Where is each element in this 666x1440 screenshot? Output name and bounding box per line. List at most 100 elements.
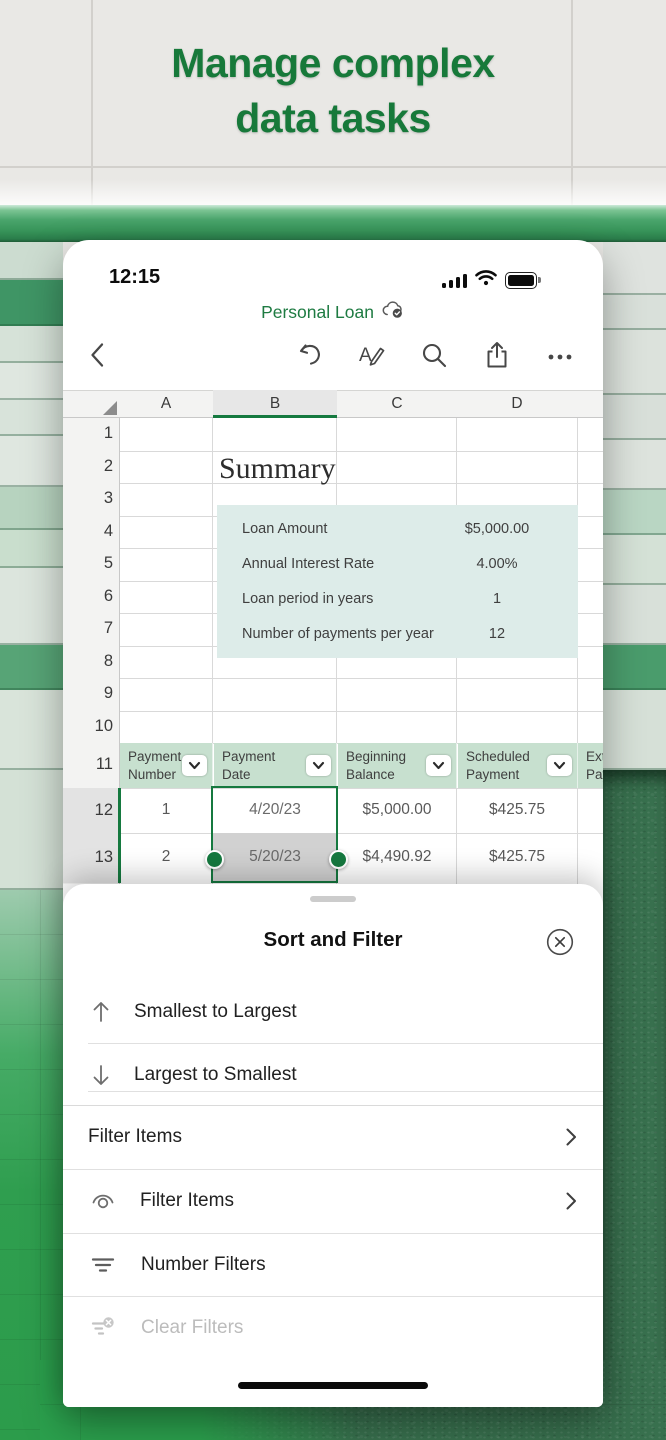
background-fade [0, 179, 666, 205]
filter-lines-icon [90, 1252, 116, 1278]
svg-text:A: A [359, 345, 372, 366]
gridline [120, 711, 603, 712]
table-header-beginning-balance[interactable]: Beginning Balance [338, 743, 457, 788]
summary-label: Number of payments per year [242, 626, 434, 642]
chevron-right-icon [563, 1191, 579, 1211]
table-selection-edge [118, 788, 121, 883]
menu-item-filter-items[interactable]: Filter Items [63, 1105, 603, 1168]
eye-icon [90, 1188, 116, 1214]
arrow-down-icon [88, 1062, 114, 1088]
summary-value: 1 [451, 591, 543, 607]
document-title-row: Personal Loan [63, 300, 603, 324]
cell-selection-border [211, 786, 338, 883]
green-divider-band [0, 205, 666, 242]
row-header[interactable]: 10 [63, 717, 113, 736]
format-pen-icon[interactable]: A [357, 340, 387, 370]
menu-item-label: Filter Items [88, 1126, 182, 1148]
gridline [120, 788, 603, 789]
chevron-down-icon [553, 761, 566, 770]
status-time: 12:15 [109, 266, 160, 289]
close-icon [546, 928, 574, 956]
menu-item-filter-items-preview[interactable]: Filter Items [63, 1169, 603, 1232]
background-gridline [0, 166, 666, 168]
status-icons [442, 270, 538, 291]
undo-icon[interactable] [295, 340, 325, 370]
menu-item-largest-to-smallest[interactable]: Largest to Smallest [63, 1043, 603, 1106]
right-background-stripes [603, 242, 666, 1440]
arrow-up-icon [88, 999, 114, 1025]
close-button[interactable] [546, 928, 574, 956]
menu-item-number-filters[interactable]: Number Filters [63, 1233, 603, 1296]
divider [88, 1091, 603, 1092]
summary-value: 4.00% [451, 556, 543, 572]
menu-item-label: Filter Items [140, 1190, 234, 1212]
table-header-payment-number[interactable]: Payment Number [120, 743, 213, 788]
chevron-down-icon [432, 761, 445, 770]
row-header[interactable]: 6 [63, 587, 113, 606]
share-icon[interactable] [482, 340, 512, 370]
summary-box[interactable]: Loan Amount $5,000.00 Annual Interest Ra… [217, 505, 578, 658]
row-header[interactable]: 1 [63, 424, 113, 443]
sort-and-filter-sheet: Sort and Filter Smallest to Largest Larg… [63, 884, 603, 1407]
left-background-stripes [0, 242, 63, 1440]
home-indicator[interactable] [238, 1382, 428, 1389]
table-header-extra-payment[interactable]: Extra Payment [578, 743, 603, 788]
filter-dropdown-button[interactable] [547, 755, 572, 776]
menu-item-label: Number Filters [141, 1254, 266, 1276]
hero-title-line2: data tasks [0, 91, 666, 146]
row-header[interactable]: 2 [63, 457, 113, 476]
summary-value: $5,000.00 [451, 521, 543, 537]
summary-cell-title[interactable]: Summary [219, 452, 336, 486]
selection-handle-right[interactable] [329, 850, 348, 869]
more-icon[interactable] [545, 340, 575, 370]
row-header[interactable]: 8 [63, 652, 113, 671]
row-header[interactable]: 3 [63, 489, 113, 508]
chevron-right-icon [563, 1127, 579, 1147]
sheet-title: Sort and Filter [63, 928, 603, 952]
phone-screen: 12:15 Personal Loan [63, 240, 603, 1407]
summary-row: Number of payments per year 12 [217, 619, 578, 649]
spreadsheet-grid: A B C D 1 2 3 4 5 6 7 8 9 10 11 12 13 [63, 390, 603, 884]
row-header[interactable]: 4 [63, 522, 113, 541]
gridline [120, 483, 603, 484]
summary-label: Loan period in years [242, 591, 373, 607]
cloud-check-icon [381, 300, 405, 324]
summary-value: 12 [451, 626, 543, 642]
menu-item-label: Smallest to Largest [134, 1001, 297, 1023]
menu-item-smallest-to-largest[interactable]: Smallest to Largest [63, 980, 603, 1043]
select-all-corner[interactable] [103, 401, 117, 415]
filter-dropdown-button[interactable] [306, 755, 331, 776]
sheet-grabber[interactable] [310, 896, 356, 902]
menu-item-label: Clear Filters [141, 1317, 243, 1339]
battery-icon [505, 272, 537, 289]
filter-dropdown-button[interactable] [182, 755, 207, 776]
menu-item-clear-filters: Clear Filters [63, 1296, 603, 1359]
hero-title: Manage complex data tasks [0, 36, 666, 147]
wifi-icon [475, 270, 497, 291]
row-header[interactable]: 9 [63, 684, 113, 703]
search-icon[interactable] [419, 340, 449, 370]
table-header-payment-date[interactable]: Payment Date [214, 743, 337, 788]
summary-row: Loan period in years 1 [217, 584, 578, 614]
row-header[interactable]: 5 [63, 554, 113, 573]
chevron-down-icon [312, 761, 325, 770]
gridline [120, 451, 603, 452]
gridline [120, 833, 603, 834]
back-icon[interactable] [83, 340, 113, 370]
summary-label: Annual Interest Rate [242, 556, 374, 572]
row-header[interactable]: 7 [63, 619, 113, 638]
selection-handle-left[interactable] [205, 850, 224, 869]
row-header[interactable]: 13 [63, 848, 113, 867]
document-title: Personal Loan [261, 302, 374, 323]
filter-dropdown-button[interactable] [426, 755, 451, 776]
filter-clear-icon [90, 1315, 116, 1341]
row-header[interactable]: 11 [63, 755, 113, 774]
summary-row: Loan Amount $5,000.00 [217, 514, 578, 544]
table-header-scheduled-payment[interactable]: Scheduled Payment [458, 743, 578, 788]
cellular-signal-icon [442, 273, 468, 288]
menu-item-label: Largest to Smallest [134, 1064, 297, 1086]
gridline [120, 678, 603, 679]
chevron-down-icon [188, 761, 201, 770]
row-header[interactable]: 12 [63, 801, 113, 820]
hero-title-line1: Manage complex [0, 36, 666, 91]
